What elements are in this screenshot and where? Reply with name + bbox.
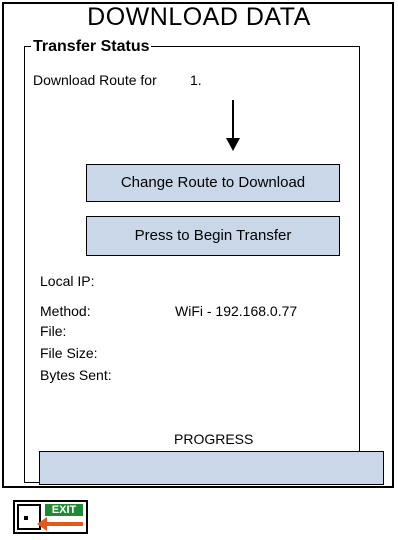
route-value: 1. [190,72,202,88]
progress-label: PROGRESS [174,431,254,447]
file-label: File: [40,323,67,339]
bytes-sent-label: Bytes Sent: [40,367,112,383]
transfer-status-title: Transfer Status [31,38,152,56]
exit-button[interactable]: EXIT [13,500,88,534]
change-route-button[interactable]: Change Route to Download [86,164,340,202]
arrow-head-icon [226,138,240,151]
method-label: Method: [40,303,91,319]
route-label: Download Route for [33,72,157,88]
exit-sign-label: EXIT [45,504,83,516]
down-arrow-icon [232,100,234,142]
window-title: DOWNLOAD DATA [87,3,311,31]
progress-bar [39,451,384,485]
local-ip-label: Local IP: [40,273,95,289]
begin-transfer-button[interactable]: Press to Begin Transfer [86,216,340,256]
transfer-status-group [24,46,360,483]
exit-arrow-shaft [45,522,83,526]
file-size-label: File Size: [40,345,98,361]
method-value: WiFi - 192.168.0.77 [175,303,298,319]
door-knob-icon [24,516,28,520]
